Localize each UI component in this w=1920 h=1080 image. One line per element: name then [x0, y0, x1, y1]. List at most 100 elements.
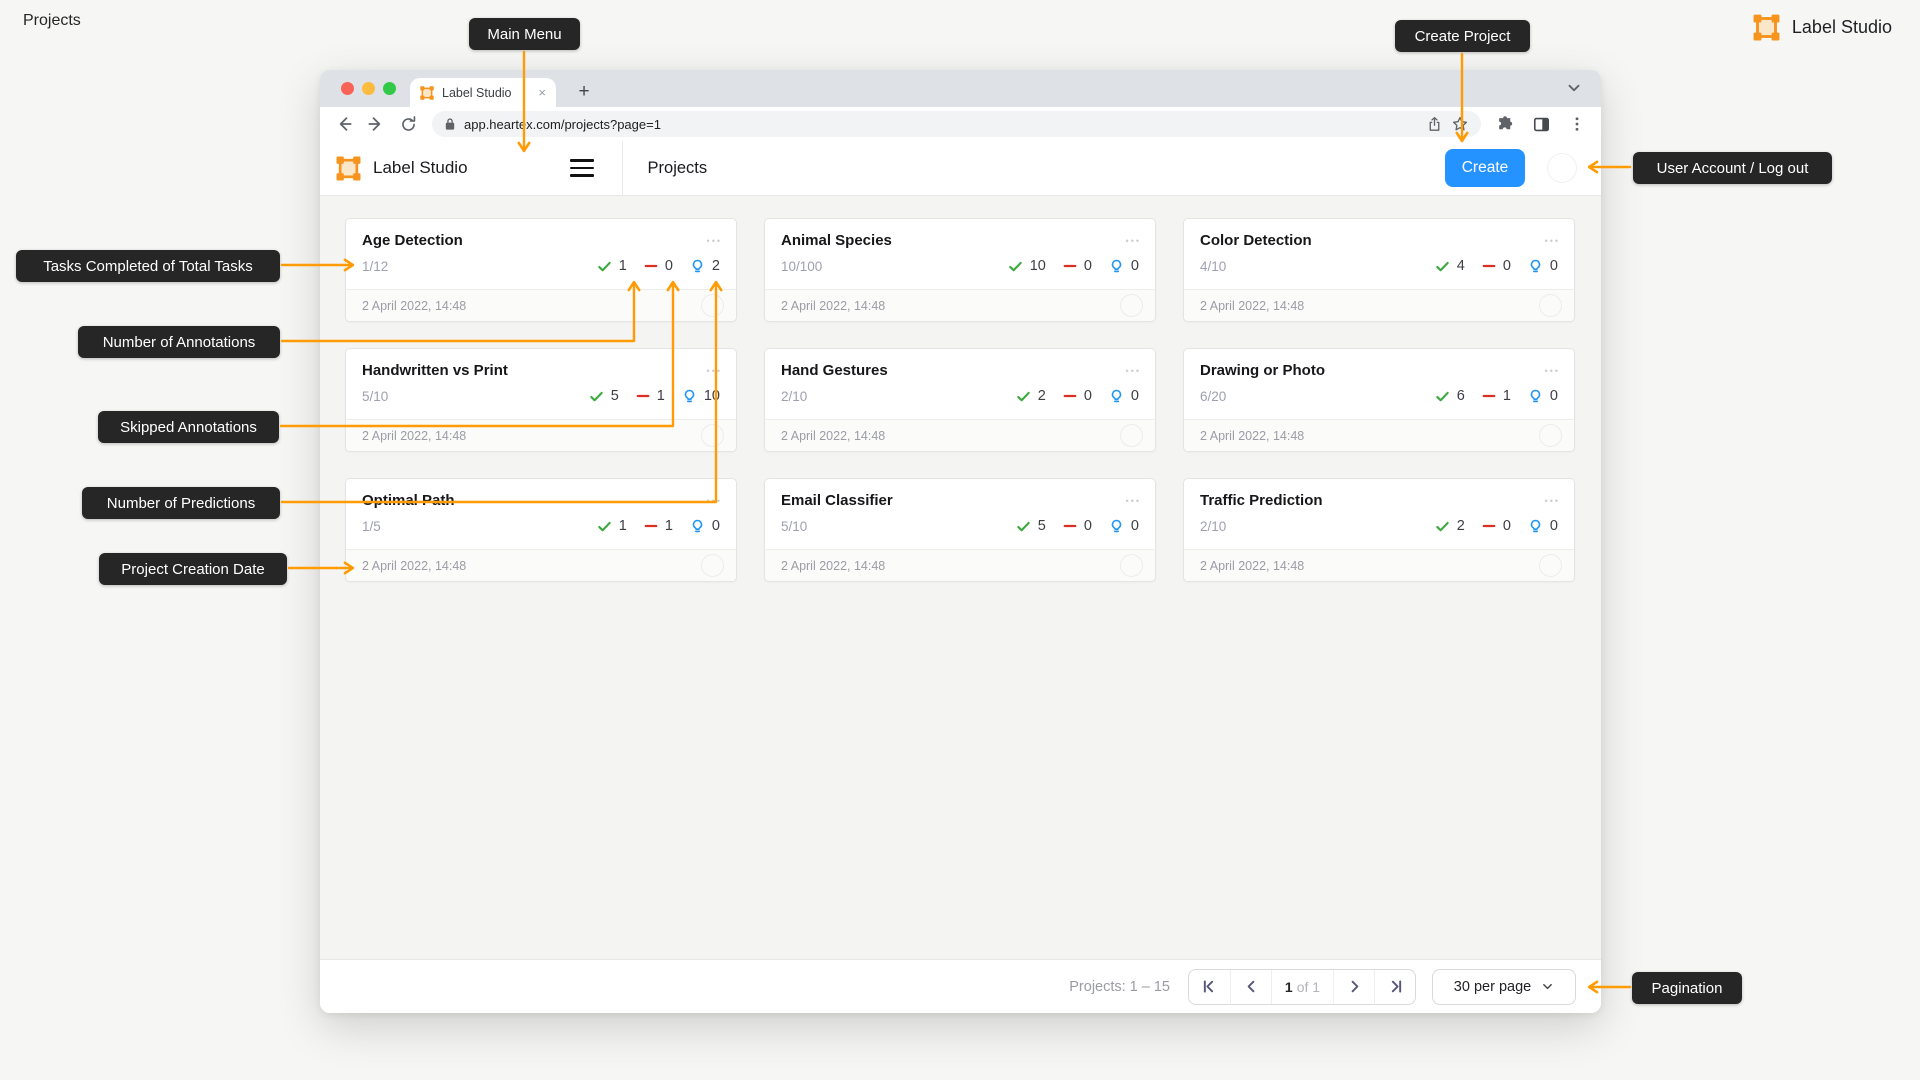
annotations-check-icon [1435, 519, 1450, 534]
skipped-minus-icon [1063, 519, 1077, 533]
browser-window: Label Studio × + app.heartex.com/project… [320, 70, 1601, 1013]
predictions-count: 0 [712, 518, 720, 534]
skipped-count: 1 [657, 388, 665, 404]
project-title: Color Detection [1200, 232, 1312, 249]
lock-icon [444, 117, 456, 131]
new-tab-button[interactable]: + [570, 78, 598, 106]
minimize-window-button[interactable] [362, 82, 375, 95]
project-card[interactable]: Optimal Path ••• 1/5 1 [345, 478, 737, 582]
skipped-count: 0 [1084, 258, 1092, 274]
card-menu-dots-icon[interactable]: ••• [1126, 362, 1141, 376]
forward-icon[interactable] [362, 110, 390, 138]
browser-tab[interactable]: Label Studio × [410, 78, 556, 107]
browser-menu-dots-icon[interactable] [1563, 110, 1591, 138]
card-menu-dots-icon[interactable]: ••• [707, 362, 722, 376]
share-icon[interactable] [1426, 116, 1443, 133]
project-title: Handwritten vs Print [362, 362, 508, 379]
projects-range-label: Projects: 1 – 15 [1069, 979, 1170, 995]
next-page-button[interactable] [1333, 970, 1374, 1004]
project-stats: 2 0 0 [1016, 388, 1139, 404]
card-menu-dots-icon[interactable]: ••• [1545, 232, 1560, 246]
project-card[interactable]: Animal Species ••• 10/100 10 [764, 218, 1156, 322]
skipped-count: 0 [1084, 388, 1092, 404]
card-menu-dots-icon[interactable]: ••• [1126, 492, 1141, 506]
app-header: Label Studio Projects Create [320, 141, 1601, 196]
predictions-bulb-icon [1109, 389, 1124, 404]
project-card[interactable]: Color Detection ••• 4/10 4 [1183, 218, 1575, 322]
page-brand-text: Label Studio [1792, 17, 1892, 38]
skipped-count: 1 [665, 518, 673, 534]
tasks-ratio: 5/10 [362, 389, 388, 404]
skipped-minus-icon [644, 519, 658, 533]
skipped-count: 0 [1503, 518, 1511, 534]
annotations-check-icon [589, 389, 604, 404]
page-indicator: 1 of 1 [1271, 970, 1333, 1004]
project-stats: 2 0 0 [1435, 518, 1558, 534]
predictions-bulb-icon [1528, 519, 1543, 534]
project-card[interactable]: Drawing or Photo ••• 6/20 6 [1183, 348, 1575, 452]
predictions-count: 10 [704, 388, 720, 404]
project-title: Age Detection [362, 232, 463, 249]
project-card[interactable]: Traffic Prediction ••• 2/10 2 [1183, 478, 1575, 582]
project-card[interactable]: Age Detection ••• 1/12 1 [345, 218, 737, 322]
callout-user-account: User Account / Log out [1633, 152, 1832, 184]
card-menu-dots-icon[interactable]: ••• [1126, 232, 1141, 246]
project-title: Email Classifier [781, 492, 893, 509]
url-bar[interactable]: app.heartex.com/projects?page=1 [432, 111, 1481, 137]
project-stats: 6 1 0 [1435, 388, 1558, 404]
tab-close-icon[interactable]: × [538, 85, 546, 100]
side-panel-icon[interactable] [1527, 110, 1555, 138]
bookmark-star-icon[interactable] [1451, 115, 1469, 133]
tab-search-chevron-icon[interactable] [1565, 79, 1583, 97]
card-menu-dots-icon[interactable]: ••• [707, 492, 722, 506]
project-owner-avatar [1120, 554, 1143, 577]
predictions-count: 0 [1550, 518, 1558, 534]
project-stats: 4 0 0 [1435, 258, 1558, 274]
header-divider [622, 141, 623, 196]
previous-page-button[interactable] [1230, 970, 1271, 1004]
first-page-button[interactable] [1189, 970, 1230, 1004]
browser-toolbar: app.heartex.com/projects?page=1 [320, 107, 1601, 141]
main-menu-hamburger-icon[interactable] [570, 159, 594, 177]
close-window-button[interactable] [341, 82, 354, 95]
per-page-dropdown[interactable]: 30 per page [1432, 969, 1576, 1005]
card-menu-dots-icon[interactable]: ••• [1545, 492, 1560, 506]
project-stats: 1 1 0 [597, 518, 720, 534]
predictions-bulb-icon [1528, 389, 1543, 404]
project-card[interactable]: Handwritten vs Print ••• 5/10 5 [345, 348, 737, 452]
extensions-puzzle-icon[interactable] [1491, 110, 1519, 138]
pagination-control: 1 of 1 [1188, 969, 1416, 1005]
tasks-ratio: 1/5 [362, 519, 381, 534]
url-text: app.heartex.com/projects?page=1 [464, 117, 1418, 132]
project-creation-date: 2 April 2022, 14:48 [362, 299, 466, 313]
callout-pagination: Pagination [1632, 972, 1742, 1004]
predictions-bulb-icon [682, 389, 697, 404]
tasks-ratio: 10/100 [781, 259, 822, 274]
predictions-count: 0 [1550, 388, 1558, 404]
project-owner-avatar [1539, 554, 1562, 577]
project-owner-avatar [1539, 424, 1562, 447]
predictions-bulb-icon [1528, 259, 1543, 274]
skipped-minus-icon [644, 259, 658, 273]
user-avatar[interactable] [1547, 153, 1577, 183]
app-brand-text: Label Studio [373, 158, 468, 178]
project-owner-avatar [701, 424, 724, 447]
project-card[interactable]: Email Classifier ••• 5/10 5 [764, 478, 1156, 582]
project-title: Hand Gestures [781, 362, 888, 379]
last-page-button[interactable] [1374, 970, 1415, 1004]
app-brand: Label Studio [336, 156, 468, 181]
skipped-minus-icon [1482, 259, 1496, 273]
create-project-button[interactable]: Create [1445, 149, 1525, 187]
card-menu-dots-icon[interactable]: ••• [707, 232, 722, 246]
card-menu-dots-icon[interactable]: ••• [1545, 362, 1560, 376]
back-icon[interactable] [330, 110, 358, 138]
callout-predictions: Number of Predictions [82, 487, 280, 519]
window-controls[interactable] [341, 82, 396, 95]
project-card[interactable]: Hand Gestures ••• 2/10 2 [764, 348, 1156, 452]
tab-title: Label Studio [442, 86, 530, 100]
project-title: Optimal Path [362, 492, 455, 509]
skipped-count: 0 [1503, 258, 1511, 274]
callout-annotations: Number of Annotations [78, 326, 280, 358]
maximize-window-button[interactable] [383, 82, 396, 95]
reload-icon[interactable] [394, 110, 422, 138]
